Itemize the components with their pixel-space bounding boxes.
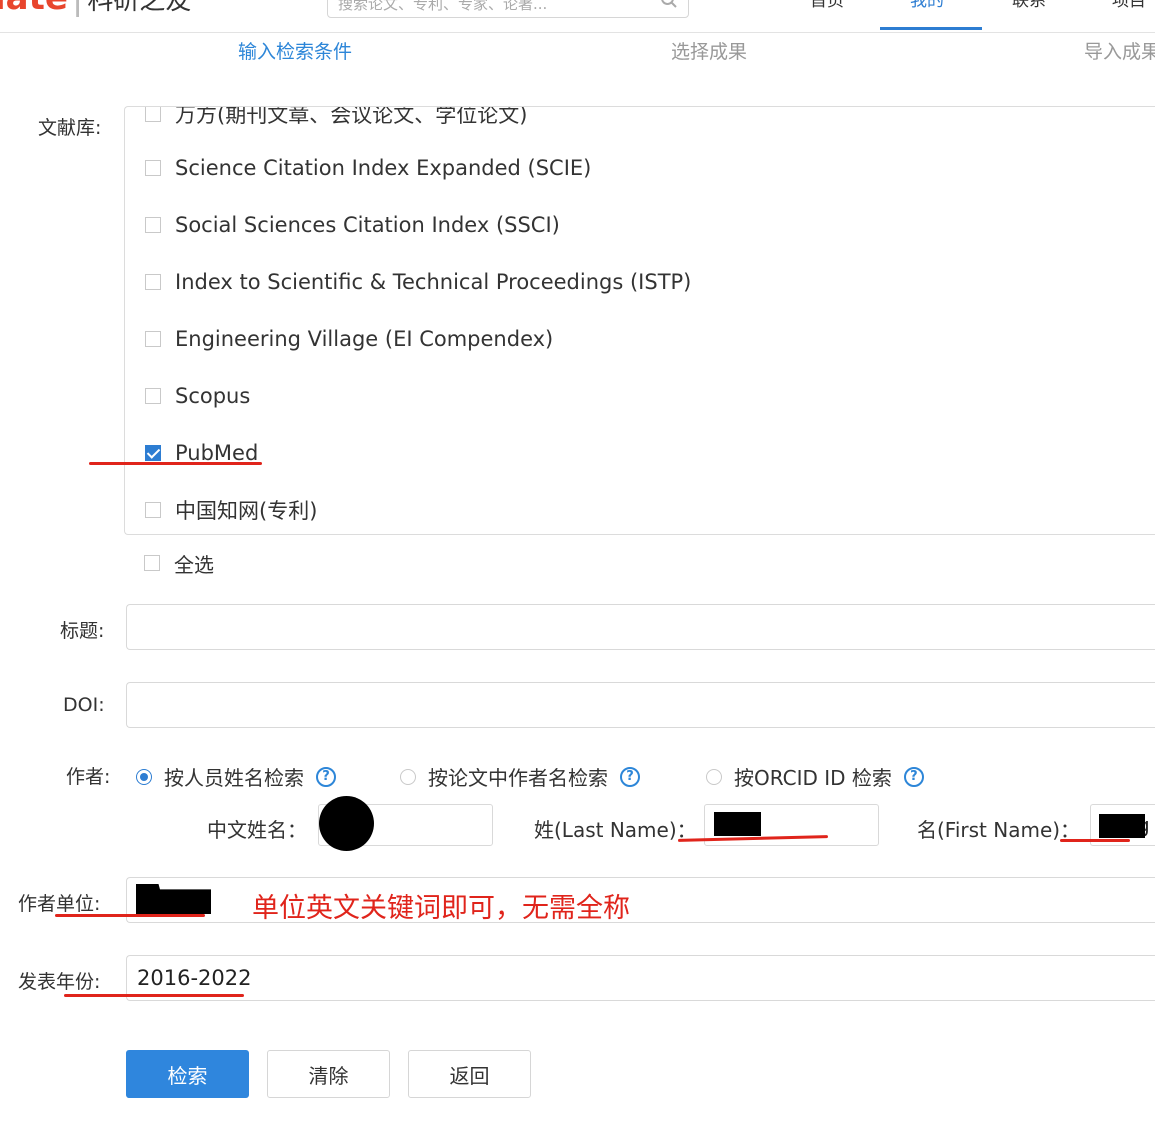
redaction-block <box>1099 814 1145 838</box>
annotation-underline-affiliation <box>55 914 205 917</box>
select-all[interactable]: 全选 <box>144 548 214 578</box>
author-option-orcid[interactable]: 按ORCID ID 检索? <box>706 762 924 791</box>
affiliation-label: 作者单位: <box>18 893 101 915</box>
annotation-note: 单位英文关键词即可，无需全称 <box>252 893 630 924</box>
checkbox[interactable] <box>145 502 161 518</box>
db-item-ei[interactable]: Engineering Village (EI Compendex) <box>145 324 553 354</box>
db-item-wanfang[interactable]: 万方(期刊文章、会议论文、学位论文) <box>145 107 527 129</box>
step-select-results: 选择成果 <box>671 41 748 63</box>
checkbox[interactable] <box>145 274 161 290</box>
annotation-underline-firstname <box>1060 839 1130 842</box>
radio[interactable] <box>706 768 722 785</box>
search-icon[interactable] <box>660 0 678 9</box>
db-item-ssci[interactable]: Social Sciences Citation Index (SSCI) <box>145 210 560 240</box>
checkbox[interactable] <box>145 160 161 176</box>
title-input[interactable] <box>126 604 1155 650</box>
checkbox[interactable] <box>145 331 161 347</box>
checkbox[interactable] <box>145 107 161 122</box>
radio-selected[interactable] <box>136 768 152 785</box>
author-option-paper-author[interactable]: 按论文中作者名检索? <box>400 762 640 791</box>
logo-separator: | <box>72 0 83 18</box>
logo-subtitle: 科研之友 <box>87 0 192 16</box>
nav-contact[interactable]: 联系 <box>1012 0 1046 11</box>
search-button[interactable]: 检索 <box>126 1050 249 1098</box>
checkbox-checked[interactable] <box>145 445 161 461</box>
redaction-block <box>714 812 761 836</box>
db-item-cnki-patent[interactable]: 中国知网(专利) <box>145 495 317 525</box>
cn-name-label: 中文姓名： <box>207 818 307 842</box>
redaction-circle <box>319 796 374 851</box>
last-name-label: 姓(Last Name)： <box>534 818 697 842</box>
db-item-istp[interactable]: Index to Scientific & Technical Proceedi… <box>145 267 691 297</box>
checkbox[interactable] <box>144 555 160 571</box>
site-logo[interactable]: iate|科研之友 <box>0 0 191 21</box>
top-header: iate|科研之友 搜索论文、专利、专家、论著... 首页 我的 联系 项目 <box>0 0 1155 33</box>
db-item-scie[interactable]: Science Citation Index Expanded (SCIE) <box>145 153 591 183</box>
step-input-criteria: 输入检索条件 <box>238 41 353 63</box>
nav-active-indicator <box>880 27 982 30</box>
database-label: 文献库: <box>38 117 102 139</box>
author-label: 作者: <box>66 766 111 788</box>
site-search-input[interactable]: 搜索论文、专利、专家、论著... <box>327 0 689 18</box>
year-input[interactable]: 2016-2022 <box>126 955 1155 1001</box>
db-item-scopus[interactable]: Scopus <box>145 381 250 411</box>
nav-project[interactable]: 项目 <box>1112 0 1146 11</box>
title-label: 标题: <box>60 620 105 642</box>
annotation-underline-year <box>64 994 244 997</box>
back-button[interactable]: 返回 <box>408 1050 531 1098</box>
database-list[interactable]: 万方(期刊文章、会议论文、学位论文) Science Citation Inde… <box>124 106 1155 535</box>
nav-mine[interactable]: 我的 <box>910 0 944 11</box>
help-icon[interactable]: ? <box>903 766 924 787</box>
doi-input[interactable] <box>126 682 1155 728</box>
help-icon[interactable]: ? <box>620 766 640 787</box>
nav-home[interactable]: 首页 <box>810 0 844 11</box>
clear-button[interactable]: 清除 <box>267 1050 390 1098</box>
first-name-label: 名(First Name)： <box>917 818 1081 842</box>
logo-main: iate <box>0 0 68 18</box>
help-icon[interactable]: ? <box>316 766 336 787</box>
checkbox[interactable] <box>145 388 161 404</box>
annotation-underline-pubmed <box>89 462 262 465</box>
step-import-results: 导入成果 <box>1084 41 1155 63</box>
author-option-person-name[interactable]: 按人员姓名检索? <box>136 762 336 791</box>
doi-label: DOI: <box>63 694 105 716</box>
search-placeholder: 搜索论文、专利、专家、论著... <box>338 0 548 13</box>
radio[interactable] <box>400 768 416 785</box>
year-label: 发表年份: <box>18 971 101 993</box>
checkbox[interactable] <box>145 217 161 233</box>
